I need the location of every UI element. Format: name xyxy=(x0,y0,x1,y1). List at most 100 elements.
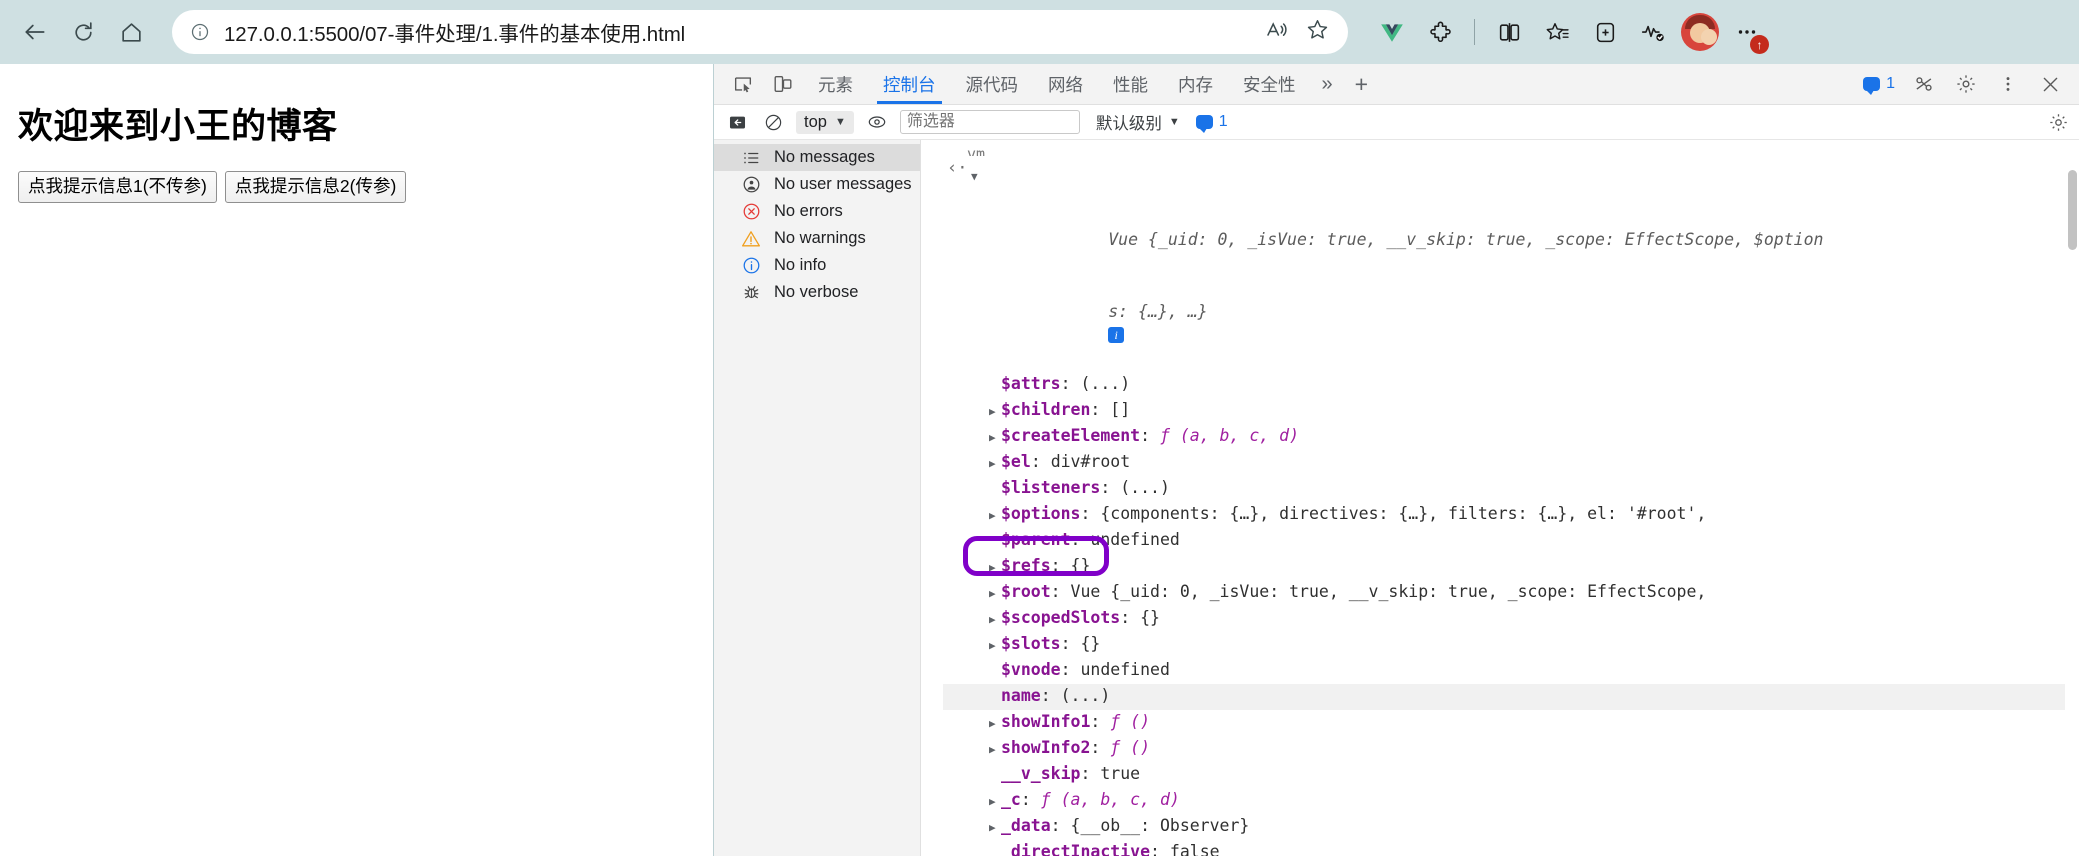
tab-performance[interactable]: 性能 xyxy=(1099,64,1162,104)
expand-triangle-icon[interactable]: ▶ xyxy=(989,504,1001,528)
console-property-row[interactable]: ▶ $options: {components: {…}, directives:… xyxy=(943,502,2079,528)
devtools-close-icon[interactable] xyxy=(2031,74,2069,95)
issues-counter[interactable]: 1 xyxy=(1857,75,1901,95)
console-property-row[interactable]: $attrs: (...) xyxy=(943,372,2079,398)
tab-elements[interactable]: 元素 xyxy=(804,64,867,104)
tab-sources[interactable]: 源代码 xyxy=(952,64,1033,104)
address-bar[interactable]: 127.0.0.1:5500/07-事件处理/1.事件的基本使用.html xyxy=(172,10,1348,54)
console-property-row[interactable]: $parent: undefined xyxy=(943,528,2079,554)
expand-triangle-icon[interactable]: ▶ xyxy=(989,634,1001,658)
console-property-row[interactable]: __v_skip: true xyxy=(943,762,2079,788)
console-property-row[interactable]: ▶ $children: [] xyxy=(943,398,2079,424)
expand-triangle-icon[interactable]: ▶ xyxy=(989,816,1001,840)
vue-devtools-extension-icon[interactable] xyxy=(1372,12,1412,52)
split-screen-icon[interactable] xyxy=(1489,12,1529,52)
expand-triangle-icon[interactable]: ▶ xyxy=(989,738,1001,762)
console-sidebar-toggle-icon[interactable] xyxy=(724,109,750,135)
console-filter-input[interactable] xyxy=(899,110,1080,134)
console-object-header[interactable]: ‹· ▼ Vue {_uid: 0, _isVue: true, __v_ski… xyxy=(943,156,2079,276)
favorite-star-icon[interactable] xyxy=(1305,17,1330,47)
console-scrollbar-thumb[interactable] xyxy=(2068,170,2077,250)
property-key: $root xyxy=(1001,582,1051,601)
expand-triangle-icon[interactable]: ▶ xyxy=(989,790,1001,814)
home-button[interactable] xyxy=(110,11,152,53)
address-bar-url[interactable]: 127.0.0.1:5500/07-事件处理/1.事件的基本使用.html xyxy=(224,17,685,47)
console-log-entry[interactable]: ‹· ▼ Vue {_uid: 0, _isVue: true, __v_ski… xyxy=(921,156,2079,856)
profile-avatar[interactable] xyxy=(1681,13,1719,51)
filterbar-issues-counter[interactable]: 1 xyxy=(1190,113,1234,133)
console-property-row[interactable]: ▶ $root: Vue {_uid: 0, _isVue: true, __v_… xyxy=(943,580,2079,606)
extensions-icon[interactable] xyxy=(1420,12,1460,52)
reload-button[interactable] xyxy=(62,11,104,53)
console-property-row[interactable]: ▶ _c: ƒ (a, b, c, d) xyxy=(943,788,2079,814)
sidebar-item-user-messages[interactable]: No user messages xyxy=(714,171,920,198)
info-badge-icon[interactable]: i xyxy=(1108,327,1125,343)
property-key: _c xyxy=(1001,790,1021,809)
execution-context-selector[interactable]: top ▼ xyxy=(796,110,854,134)
console-property-row[interactable]: ▶ $createElement: ƒ (a, b, c, d) xyxy=(943,424,2079,450)
level-chevron-down-icon: ▼ xyxy=(1168,116,1180,128)
console-property-row[interactable]: ▶ $el: div#root xyxy=(943,450,2079,476)
sidebar-item-warnings[interactable]: No warnings xyxy=(714,225,920,252)
sidebar-item-info[interactable]: No info xyxy=(714,252,920,279)
console-scrollbar[interactable] xyxy=(2065,140,2079,856)
devtools-settings-gear-icon[interactable] xyxy=(1947,73,1985,95)
tab-network[interactable]: 网络 xyxy=(1034,64,1097,104)
row-spacer xyxy=(989,374,1001,398)
tab-console[interactable]: 控制台 xyxy=(869,64,950,104)
sidebar-item-errors[interactable]: No errors xyxy=(714,198,920,225)
tab-memory[interactable]: 内存 xyxy=(1164,64,1227,104)
console-settings-gear-icon[interactable] xyxy=(2048,112,2069,133)
tab-security[interactable]: 安全性 xyxy=(1229,64,1310,104)
console-property-row[interactable]: $listeners: (...) xyxy=(943,476,2079,502)
property-key: $children xyxy=(1001,400,1091,419)
sidebar-item-messages[interactable]: No messages xyxy=(714,144,920,171)
console-property-row[interactable]: $vnode: undefined xyxy=(943,658,2079,684)
more-tabs-chevron-icon[interactable]: » xyxy=(1312,64,1343,104)
site-info-icon[interactable] xyxy=(190,22,210,42)
console-property-row[interactable]: _directInactive: false xyxy=(943,840,2079,856)
add-tab-plus-icon[interactable]: + xyxy=(1345,64,1378,104)
console-property-row[interactable]: ▶ showInfo2: ƒ () xyxy=(943,736,2079,762)
browser-toolbar: 127.0.0.1:5500/07-事件处理/1.事件的基本使用.html ↑ xyxy=(0,0,2079,64)
expand-triangle-icon[interactable]: ▶ xyxy=(989,582,1001,606)
row-spacer xyxy=(989,660,1001,684)
browser-essentials-icon[interactable] xyxy=(1633,12,1673,52)
console-property-row[interactable]: ▶ $refs: {} xyxy=(943,554,2079,580)
devtools-more-icon[interactable] xyxy=(1905,73,1943,95)
property-value: ƒ (a, b, c, d) xyxy=(1159,426,1300,445)
return-arrow-icon: ‹· xyxy=(947,158,968,178)
expand-triangle-icon[interactable]: ▶ xyxy=(989,608,1001,632)
devtools-tabbar-actions: 1 xyxy=(1857,64,2079,104)
expand-triangle-icon[interactable]: ▶ xyxy=(989,426,1001,450)
expand-triangle-icon[interactable]: ▶ xyxy=(989,400,1001,424)
collections-icon[interactable] xyxy=(1585,12,1625,52)
console-output[interactable]: vm ‹· ▼ Vue {_uid: 0, _isVue: true, __v_… xyxy=(921,140,2079,856)
issue-bubble-icon xyxy=(1863,77,1881,95)
expand-triangle-icon[interactable]: ▶ xyxy=(989,452,1001,476)
devtools-more-vertical-icon[interactable] xyxy=(1989,74,2027,94)
read-aloud-icon[interactable] xyxy=(1265,18,1289,47)
expand-triangle-icon[interactable]: ▼ xyxy=(971,165,983,189)
favorites-list-icon[interactable] xyxy=(1537,12,1577,52)
inspect-element-icon[interactable] xyxy=(724,64,762,104)
console-property-row[interactable]: ▶ $slots: {} xyxy=(943,632,2079,658)
property-separator: : xyxy=(1080,504,1101,523)
console-property-row[interactable]: ▶ _data: {__ob__: Observer} xyxy=(943,814,2079,840)
show-info-1-button[interactable]: 点我提示信息1(不传参) xyxy=(18,171,217,204)
show-info-2-button[interactable]: 点我提示信息2(传参) xyxy=(224,171,407,204)
console-property-row[interactable]: ▶ showInfo1: ƒ () xyxy=(943,710,2079,736)
more-options-icon[interactable]: ↑ xyxy=(1727,12,1769,54)
console-property-row[interactable]: name: (...) xyxy=(943,684,2079,710)
console-level-selector[interactable]: 默认级别 ▼ xyxy=(1096,110,1180,134)
back-button[interactable] xyxy=(14,11,56,53)
clear-console-icon[interactable] xyxy=(760,109,786,135)
sidebar-item-verbose[interactable]: No verbose xyxy=(714,279,920,306)
device-toolbar-icon[interactable] xyxy=(764,64,802,104)
expand-triangle-icon[interactable]: ▶ xyxy=(989,556,1001,580)
property-separator: : xyxy=(1020,790,1041,809)
expand-triangle-icon[interactable]: ▶ xyxy=(989,712,1001,736)
live-expression-icon[interactable] xyxy=(864,109,890,135)
property-key: $slots xyxy=(1001,634,1061,653)
console-property-row[interactable]: ▶ $scopedSlots: {} xyxy=(943,606,2079,632)
